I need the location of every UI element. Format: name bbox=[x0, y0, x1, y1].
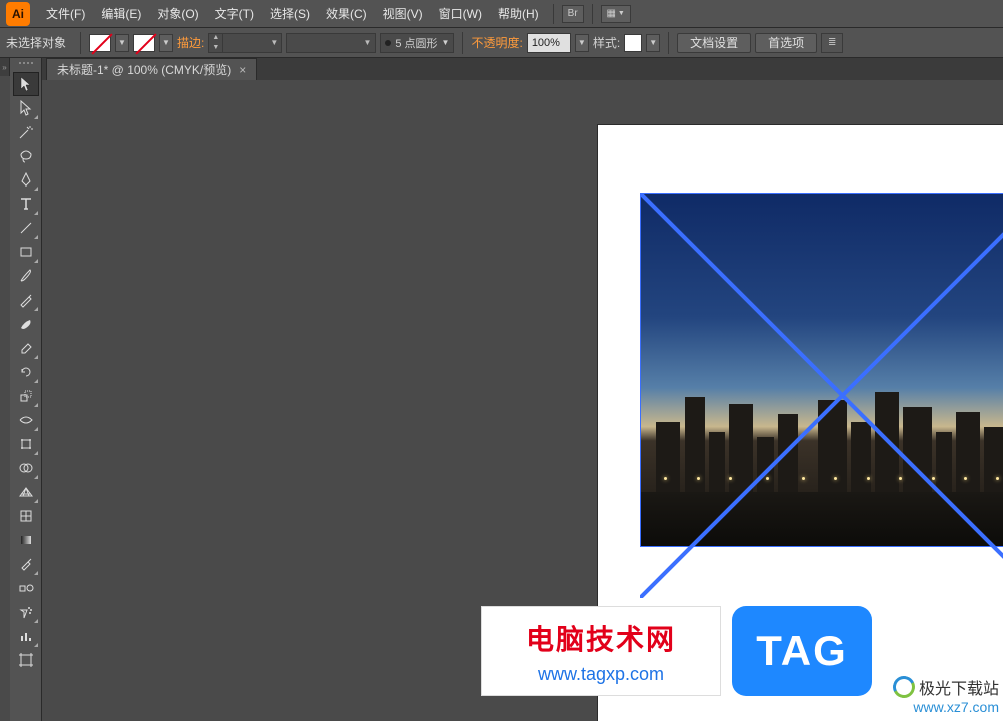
opacity-field[interactable]: 100% bbox=[527, 33, 571, 53]
separator bbox=[462, 32, 463, 54]
watermark-xz7-url: www.xz7.com bbox=[893, 699, 999, 715]
watermark-xz7: 极光下载站 www.xz7.com bbox=[893, 675, 999, 715]
document-tab[interactable]: 未标题-1* @ 100% (CMYK/预览) × bbox=[46, 58, 257, 80]
panel-menu-button[interactable]: ≣ bbox=[821, 33, 843, 53]
menu-help[interactable]: 帮助(H) bbox=[490, 1, 547, 26]
watermark-tagxp-title: 电脑技术网 bbox=[526, 618, 676, 658]
tool-eraser[interactable] bbox=[13, 336, 39, 360]
graphic-style-dropdown[interactable]: ▼ bbox=[646, 34, 660, 52]
tool-pen[interactable] bbox=[13, 168, 39, 192]
tool-symbol-sprayer[interactable] bbox=[13, 600, 39, 624]
opacity-dropdown[interactable]: ▼ bbox=[575, 34, 589, 52]
preferences-button[interactable]: 首选项 bbox=[755, 33, 817, 53]
menu-type[interactable]: 文字(T) bbox=[207, 1, 262, 26]
chevron-down-icon[interactable]: ▼ bbox=[267, 38, 281, 47]
tool-blob-brush[interactable] bbox=[13, 312, 39, 336]
menu-icon: ≣ bbox=[828, 37, 836, 48]
watermark-tag-text: TAG bbox=[756, 627, 848, 675]
document-area: 未标题-1* @ 100% (CMYK/预览) × bbox=[42, 58, 1003, 721]
panel-collapse-toggle[interactable]: » bbox=[0, 58, 10, 76]
separator bbox=[668, 32, 669, 54]
workspace: » 未标题-1* @ 100% (CMYK/预览) bbox=[0, 58, 1003, 721]
menu-file[interactable]: 文件(F) bbox=[38, 1, 93, 26]
tool-blend[interactable] bbox=[13, 576, 39, 600]
fill-dropdown[interactable]: ▼ bbox=[115, 34, 129, 52]
document-tab-row: 未标题-1* @ 100% (CMYK/预览) × bbox=[42, 58, 1003, 80]
tool-pencil[interactable] bbox=[13, 288, 39, 312]
tools-panel bbox=[10, 58, 42, 721]
document-tab-title: 未标题-1* @ 100% (CMYK/预览) bbox=[57, 61, 231, 78]
menu-select[interactable]: 选择(S) bbox=[262, 1, 318, 26]
brush-definition[interactable]: 5 点圆形 ▼ bbox=[380, 33, 454, 53]
tool-rotate[interactable] bbox=[13, 360, 39, 384]
selection-status: 未选择对象 bbox=[6, 34, 66, 51]
opacity-label[interactable]: 不透明度: bbox=[471, 34, 522, 51]
separator bbox=[80, 32, 81, 54]
arrange-docs-button[interactable]: ▦▼ bbox=[601, 5, 631, 23]
brush-definition-label: 5 点圆形 bbox=[395, 35, 437, 51]
tool-selection[interactable] bbox=[13, 72, 39, 96]
tool-lasso[interactable] bbox=[13, 144, 39, 168]
dot-icon bbox=[385, 40, 391, 46]
control-bar: 未选择对象 ▼ ▼ 描边: ▲▼ ▼ ▼ 5 点圆形 ▼ 不透明度: 100% … bbox=[0, 28, 1003, 58]
style-label: 样式: bbox=[593, 34, 620, 51]
tool-shape-builder[interactable] bbox=[13, 456, 39, 480]
menu-bar: Ai 文件(F) 编辑(E) 对象(O) 文字(T) 选择(S) 效果(C) 视… bbox=[0, 0, 1003, 28]
swirl-icon bbox=[890, 673, 918, 701]
close-icon[interactable]: × bbox=[239, 63, 246, 77]
watermark-tagxp-url: www.tagxp.com bbox=[538, 664, 664, 685]
tool-eyedropper[interactable] bbox=[13, 552, 39, 576]
placed-image[interactable] bbox=[640, 193, 1003, 547]
canvas[interactable]: 电脑技术网 www.tagxp.com TAG 极光下载站 www.xz7.co… bbox=[42, 80, 1003, 721]
tool-artboard[interactable] bbox=[13, 648, 39, 672]
tool-direct-selection[interactable] bbox=[13, 96, 39, 120]
chevron-down-icon: ▼ bbox=[363, 38, 371, 47]
graphic-style-swatch[interactable] bbox=[624, 34, 642, 52]
spinner[interactable]: ▲▼ bbox=[209, 33, 223, 53]
variable-width-profile[interactable]: ▼ bbox=[286, 33, 376, 53]
bridge-button[interactable]: Br bbox=[562, 5, 584, 23]
menu-view[interactable]: 视图(V) bbox=[375, 1, 431, 26]
tool-magic-wand[interactable] bbox=[13, 120, 39, 144]
fill-swatch[interactable] bbox=[89, 34, 111, 52]
tool-line-segment[interactable] bbox=[13, 216, 39, 240]
stroke-weight-field[interactable]: ▲▼ ▼ bbox=[208, 33, 282, 53]
none-icon bbox=[90, 35, 110, 51]
watermark-tagxp: 电脑技术网 www.tagxp.com bbox=[481, 606, 721, 696]
tool-type[interactable] bbox=[13, 192, 39, 216]
menu-window[interactable]: 窗口(W) bbox=[431, 1, 490, 26]
stroke-swatch[interactable] bbox=[133, 34, 155, 52]
separator bbox=[553, 4, 554, 24]
tool-perspective-grid[interactable] bbox=[13, 480, 39, 504]
link-diagonals bbox=[640, 193, 1003, 598]
tool-width[interactable] bbox=[13, 408, 39, 432]
tool-mesh[interactable] bbox=[13, 504, 39, 528]
none-icon bbox=[134, 35, 154, 51]
grid-icon: ▦ bbox=[606, 8, 615, 19]
tool-rectangle[interactable] bbox=[13, 240, 39, 264]
watermark-tag-badge: TAG bbox=[732, 606, 872, 696]
separator bbox=[592, 4, 593, 24]
chevron-down-icon: ▼ bbox=[618, 10, 625, 17]
panel-grip[interactable] bbox=[12, 62, 40, 70]
document-setup-button[interactable]: 文档设置 bbox=[677, 33, 751, 53]
app-logo: Ai bbox=[6, 2, 30, 26]
tool-scale[interactable] bbox=[13, 384, 39, 408]
menu-object[interactable]: 对象(O) bbox=[149, 1, 206, 26]
tool-free-transform[interactable] bbox=[13, 432, 39, 456]
tool-paintbrush[interactable] bbox=[13, 264, 39, 288]
stroke-label[interactable]: 描边: bbox=[177, 34, 204, 51]
tool-column-graph[interactable] bbox=[13, 624, 39, 648]
menu-effect[interactable]: 效果(C) bbox=[318, 1, 375, 26]
chevron-down-icon: ▼ bbox=[442, 38, 450, 47]
watermark-xz7-title: 极光下载站 bbox=[919, 675, 999, 699]
tool-gradient[interactable] bbox=[13, 528, 39, 552]
menu-edit[interactable]: 编辑(E) bbox=[93, 1, 149, 26]
stroke-dropdown[interactable]: ▼ bbox=[159, 34, 173, 52]
